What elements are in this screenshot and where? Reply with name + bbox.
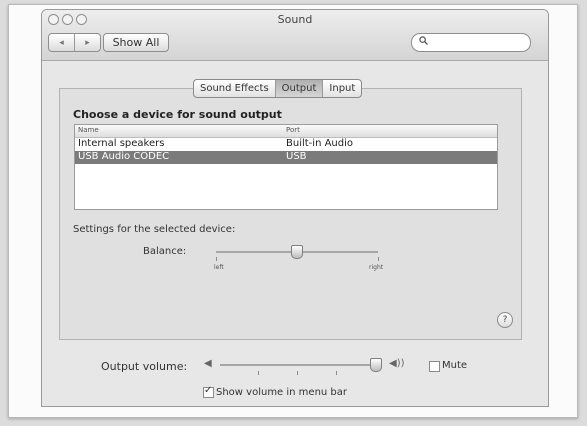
balance-tick-right: [378, 257, 379, 261]
speaker-high-icon: ◀)): [389, 358, 405, 369]
device-port: USB: [286, 151, 307, 162]
output-heading: Choose a device for sound output: [73, 108, 282, 121]
sound-preferences-window: Sound ◂ ▸ Show All Sound Effects Output …: [41, 9, 549, 407]
device-table: Name Port Internal speakers Built-in Aud…: [74, 124, 498, 210]
output-volume-label: Output volume:: [101, 360, 188, 373]
balance-left-label: left: [214, 264, 224, 271]
search-input[interactable]: [430, 35, 524, 48]
tab-input[interactable]: Input: [322, 80, 361, 97]
volume-tick: [258, 371, 259, 375]
back-arrow-icon[interactable]: ◂: [49, 34, 74, 51]
title-bar: Sound ◂ ▸ Show All: [42, 10, 548, 61]
tab-output[interactable]: Output: [274, 80, 323, 97]
volume-tick: [336, 371, 337, 375]
speaker-low-icon: ◀: [204, 358, 212, 369]
search-field[interactable]: [411, 33, 531, 52]
tab-sound-effects[interactable]: Sound Effects: [194, 80, 275, 97]
table-row[interactable]: Internal speakers Built-in Audio: [75, 138, 497, 151]
balance-label: Balance:: [143, 246, 187, 257]
magnifier-icon-graphic: [419, 36, 428, 45]
back-forward-control: ◂ ▸: [48, 33, 101, 52]
device-port: Built-in Audio: [286, 138, 354, 149]
balance-right-label: right: [369, 264, 384, 271]
table-row-selected[interactable]: USB Audio CODEC USB: [75, 151, 497, 164]
device-name: USB Audio CODEC: [78, 151, 170, 162]
forward-arrow-icon[interactable]: ▸: [74, 34, 100, 51]
volume-slider-track[interactable]: [220, 364, 376, 366]
help-button[interactable]: ?: [497, 312, 513, 328]
magnifier-icon: [419, 36, 428, 48]
volume-tick: [297, 371, 298, 375]
mute-label: Mute: [442, 360, 468, 371]
device-name: Internal speakers: [78, 138, 165, 149]
tab-bar: Sound Effects Output Input: [193, 79, 363, 98]
settings-label: Settings for the selected device:: [73, 224, 236, 235]
column-header-port[interactable]: Port: [286, 126, 300, 134]
mute-checkbox[interactable]: [429, 361, 440, 372]
show-volume-label: Show volume in menu bar: [216, 387, 348, 398]
show-volume-checkbox[interactable]: [203, 385, 214, 398]
show-all-button[interactable]: Show All: [103, 33, 169, 52]
balance-slider-thumb[interactable]: [291, 245, 303, 259]
column-header-name[interactable]: Name: [78, 126, 99, 134]
balance-tick-left: [216, 257, 217, 261]
table-header: Name Port: [75, 125, 497, 138]
window-title: Sound: [277, 13, 313, 26]
volume-slider-thumb[interactable]: [370, 358, 382, 372]
